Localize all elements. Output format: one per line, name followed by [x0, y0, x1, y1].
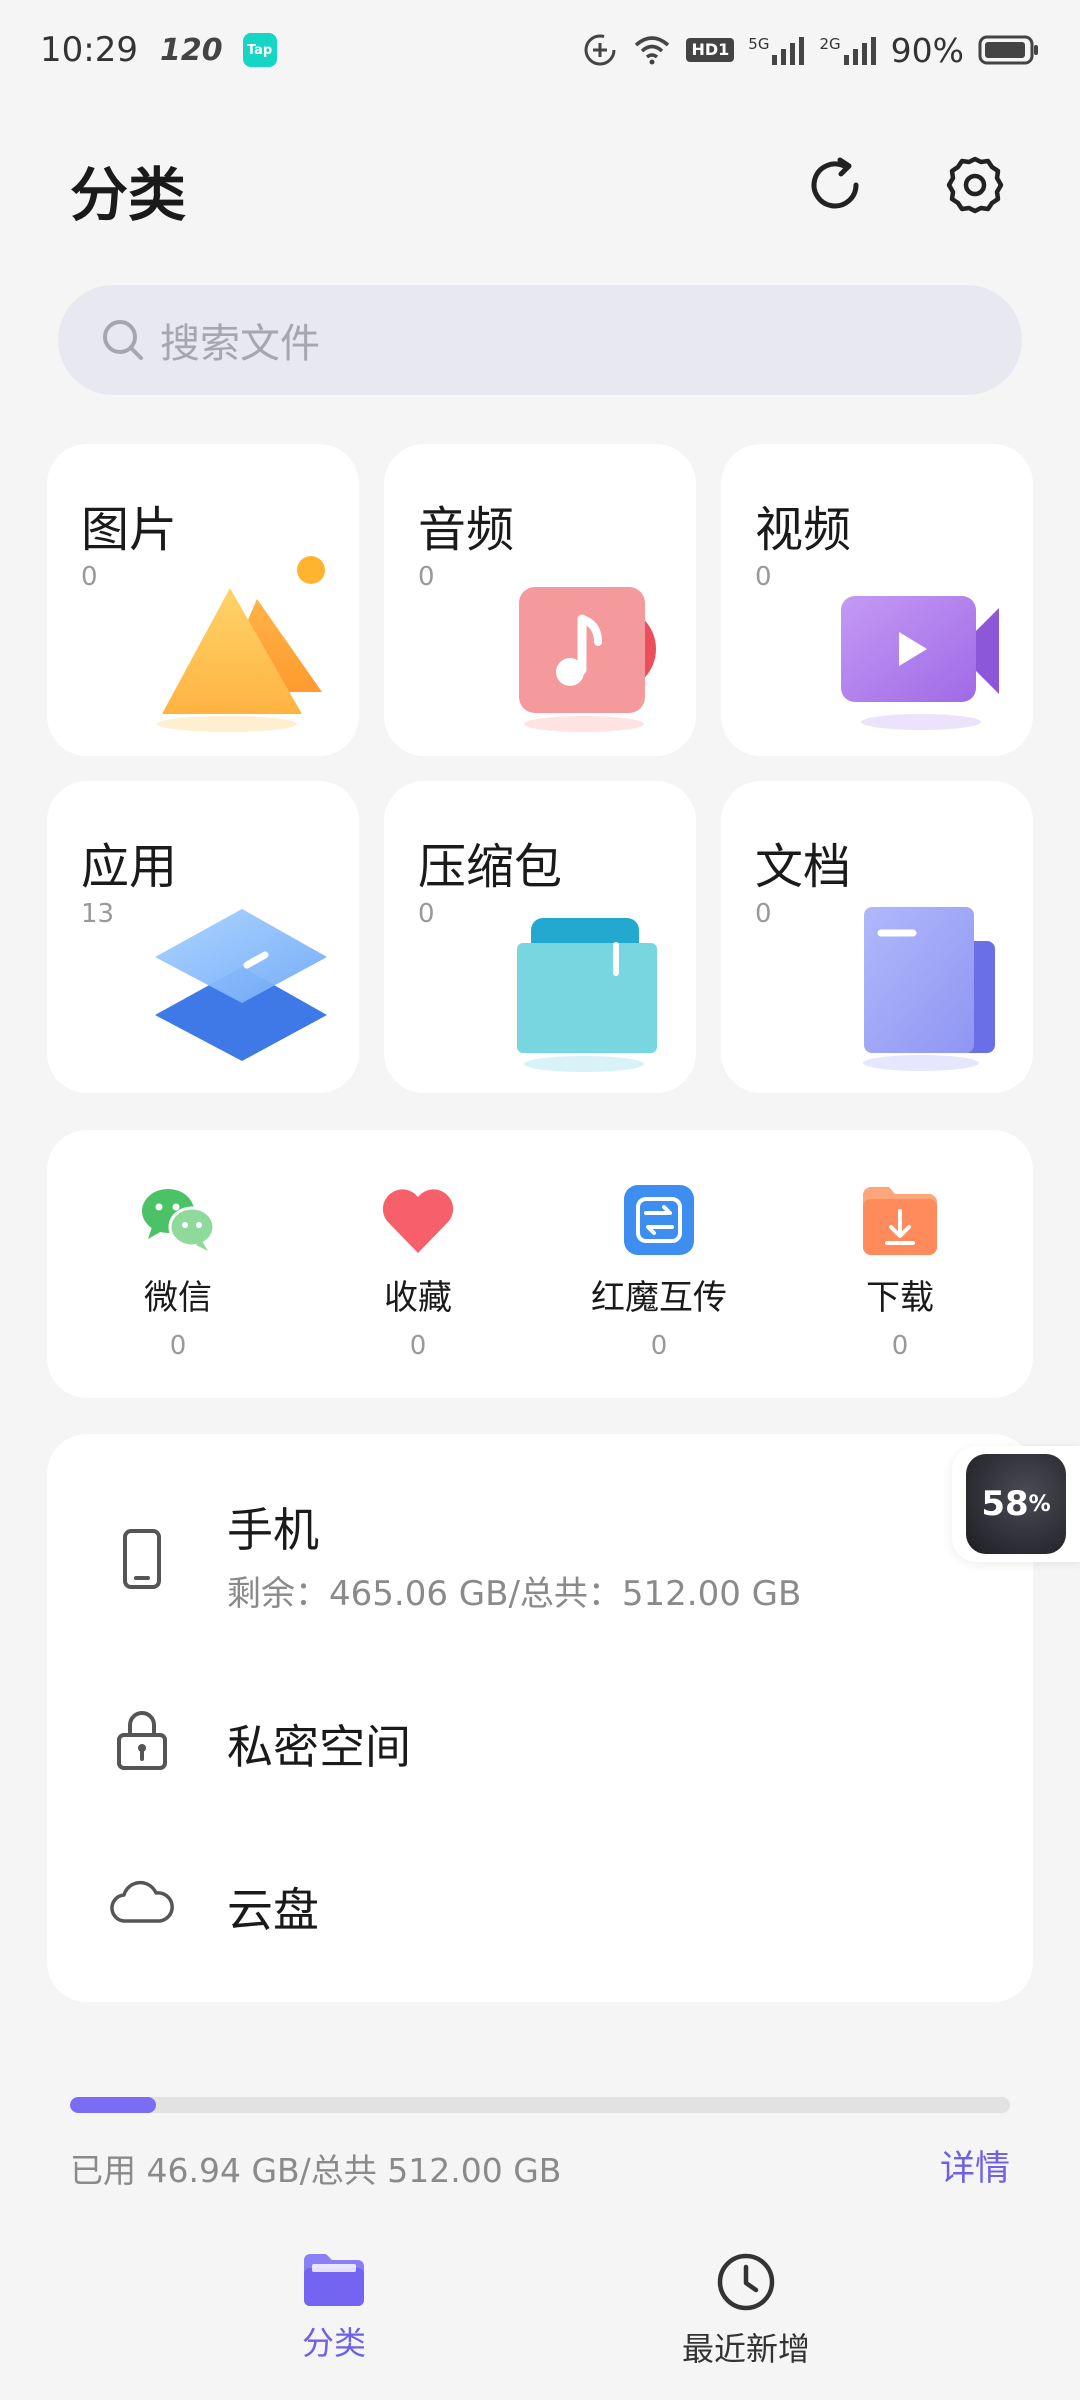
tab-recent[interactable]: 最近新增 [606, 2252, 886, 2370]
category-label: 应用 [81, 839, 178, 895]
category-card-audio[interactable]: 音频 0 [384, 444, 696, 756]
quick-item-label: 红魔互传 [591, 1278, 727, 1318]
storage-usage-text: 已用 46.94 GB/总共 512.00 GB [70, 2151, 562, 2190]
tab-categories[interactable]: 分类 [194, 2252, 474, 2364]
category-label: 音频 [418, 502, 515, 558]
category-count: 0 [755, 899, 772, 929]
download-icon [860, 1180, 940, 1260]
quick-item-count: 0 [891, 1331, 909, 1361]
quick-item-wechat[interactable]: 微信 0 [58, 1180, 298, 1370]
category-card-archives[interactable]: 压缩包 0 [384, 781, 696, 1093]
category-label: 文档 [755, 839, 852, 895]
storage-item-cloud[interactable]: 云盘 [47, 1852, 1033, 1952]
category-count: 0 [755, 562, 772, 592]
storage-item-label: 云盘 [227, 1883, 319, 1937]
signal-5g-icon: 5G [748, 35, 805, 65]
category-label: 图片 [81, 502, 178, 558]
storage-item-label: 私密空间 [227, 1720, 411, 1774]
category-card-video[interactable]: 视频 0 [721, 444, 1033, 756]
category-label: 压缩包 [418, 839, 563, 895]
clock-icon [717, 2253, 775, 2311]
refresh-button[interactable] [800, 150, 870, 220]
tab-label: 分类 [301, 2324, 366, 2362]
category-count: 0 [418, 899, 435, 929]
status-bar: 10:29 120 Tap HD1 5G 2G 90% [0, 0, 1080, 100]
quick-item-favorites[interactable]: 收藏 0 [298, 1180, 538, 1370]
refresh-rate-indicator: 120 [159, 32, 223, 68]
heart-icon [378, 1180, 458, 1260]
storage-panel: 手机 剩余：465.06 GB/总共：512.00 GB 私密空间 云盘 [47, 1434, 1033, 2002]
bottom-navigation: 分类 最近新增 [0, 2240, 1080, 2400]
search-icon [103, 320, 143, 360]
storage-item-phone[interactable]: 手机 剩余：465.06 GB/总共：512.00 GB [47, 1494, 1033, 1624]
folder-icon [304, 2254, 364, 2306]
quick-item-count: 0 [409, 1331, 427, 1361]
quick-item-redmagic-transfer[interactable]: 红魔互传 0 [539, 1180, 779, 1370]
quick-item-label: 下载 [866, 1278, 934, 1318]
refresh-icon [811, 157, 859, 209]
storage-item-label: 手机 [227, 1503, 319, 1557]
quick-item-label: 微信 [144, 1278, 212, 1318]
settings-button[interactable] [940, 150, 1010, 220]
transfer-icon [619, 1180, 699, 1260]
storage-item-detail: 剩余：465.06 GB/总共：512.00 GB [227, 1574, 802, 1614]
quick-item-downloads[interactable]: 下载 0 [780, 1180, 1020, 1370]
cloud-icon [97, 1857, 187, 1947]
page-title: 分类 [70, 161, 187, 229]
storage-usage-fill [70, 2097, 157, 2113]
category-count: 0 [418, 562, 435, 592]
signal-2g-icon: 2G [819, 35, 876, 65]
gear-icon [946, 156, 1004, 214]
floating-performance-badge[interactable]: 58% [952, 1446, 1080, 1562]
quick-item-count: 0 [650, 1331, 668, 1361]
storage-usage-bar [70, 2097, 1010, 2113]
category-card-apps[interactable]: 应用 13 [47, 781, 359, 1093]
lock-icon [97, 1694, 187, 1784]
tap-app-icon: Tap [242, 33, 277, 67]
search-input[interactable]: 搜索文件 [58, 285, 1022, 395]
category-count: 0 [81, 562, 98, 592]
wechat-icon [138, 1180, 218, 1260]
hd-voice-badge: HD1 [686, 38, 735, 62]
phone-icon [97, 1514, 187, 1604]
category-count: 13 [81, 899, 115, 929]
status-indicators: HD1 5G 2G 90% [582, 0, 1040, 100]
battery-percent: 90% [890, 30, 964, 70]
quick-item-label: 收藏 [384, 1278, 452, 1318]
status-time: 10:29 [40, 30, 138, 70]
category-card-images[interactable]: 图片 0 [47, 444, 359, 756]
category-label: 视频 [755, 502, 852, 558]
floating-badge-icon: 58% [966, 1454, 1066, 1554]
data-saver-icon [584, 34, 616, 66]
category-card-documents[interactable]: 文档 0 [721, 781, 1033, 1093]
quick-access-panel: 微信 0 收藏 0 红魔互传 0 下载 0 [47, 1130, 1033, 1398]
battery-icon [978, 35, 1038, 65]
tab-label: 最近新增 [681, 2330, 810, 2368]
storage-item-private-space[interactable]: 私密空间 [47, 1689, 1033, 1789]
quick-item-count: 0 [169, 1331, 187, 1361]
details-link[interactable]: 详情 [940, 2140, 1010, 2191]
search-placeholder: 搜索文件 [160, 321, 320, 367]
wifi-icon [635, 36, 670, 65]
